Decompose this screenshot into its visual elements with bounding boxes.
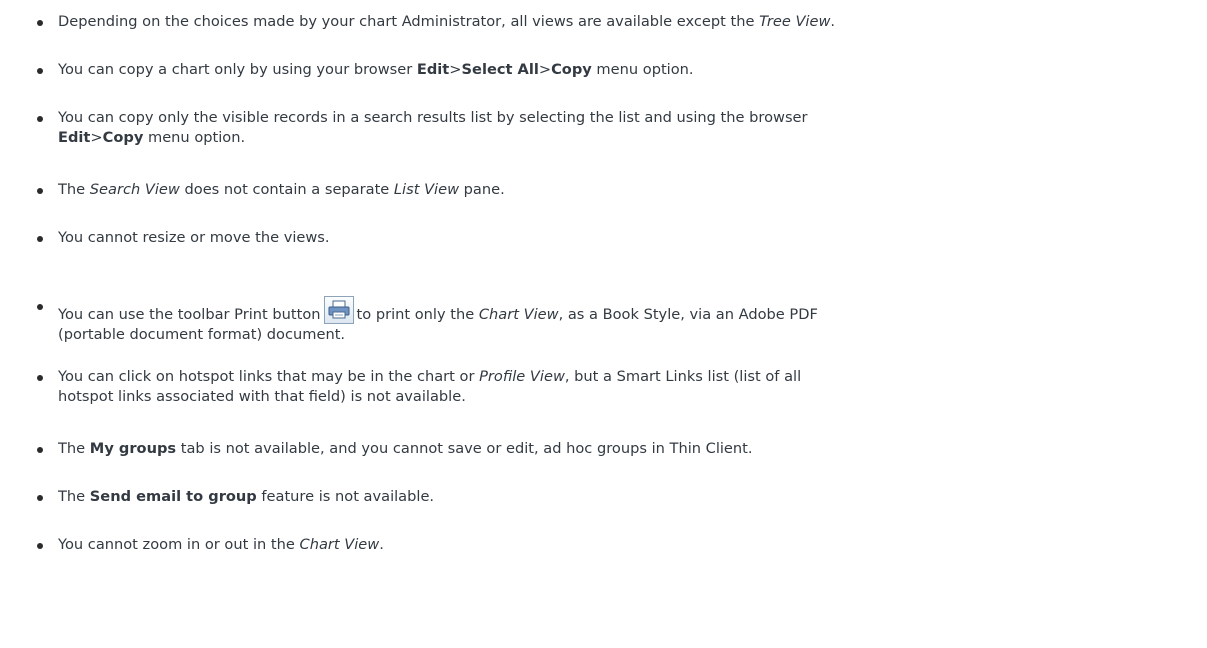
- list-item-text: The Send email to group feature is not a…: [58, 488, 435, 505]
- bullet-icon: [37, 236, 43, 242]
- bullet-icon: [37, 304, 43, 310]
- print-button[interactable]: [323, 296, 354, 324]
- printer-icon: [328, 300, 350, 319]
- list-item-text: You can use the toolbar Print button to p…: [58, 296, 1200, 345]
- bullet-icon: [37, 188, 43, 194]
- bullet-icon: [37, 116, 43, 122]
- list-item-text: Depending on the choices made by your ch…: [58, 13, 836, 30]
- bullet-icon: [37, 495, 43, 501]
- list-item-text: The Search View does not contain a separ…: [58, 181, 505, 198]
- list-item-text: You can copy a chart only by using your …: [58, 61, 694, 78]
- list-item-text: You cannot zoom in or out in the Chart V…: [58, 536, 384, 553]
- bullet-icon: [37, 20, 43, 26]
- bullet-icon: [37, 375, 43, 381]
- list-item-text: You cannot resize or move the views.: [58, 229, 330, 246]
- bullet-icon: [37, 543, 43, 549]
- bullet-icon: [37, 447, 43, 453]
- list-item-text: You can click on hotspot links that may …: [58, 368, 802, 405]
- list-item-text: You can copy only the visible records in…: [58, 109, 808, 146]
- list-item-text: The My groups tab is not available, and …: [58, 440, 753, 457]
- bullet-icon: [37, 68, 43, 74]
